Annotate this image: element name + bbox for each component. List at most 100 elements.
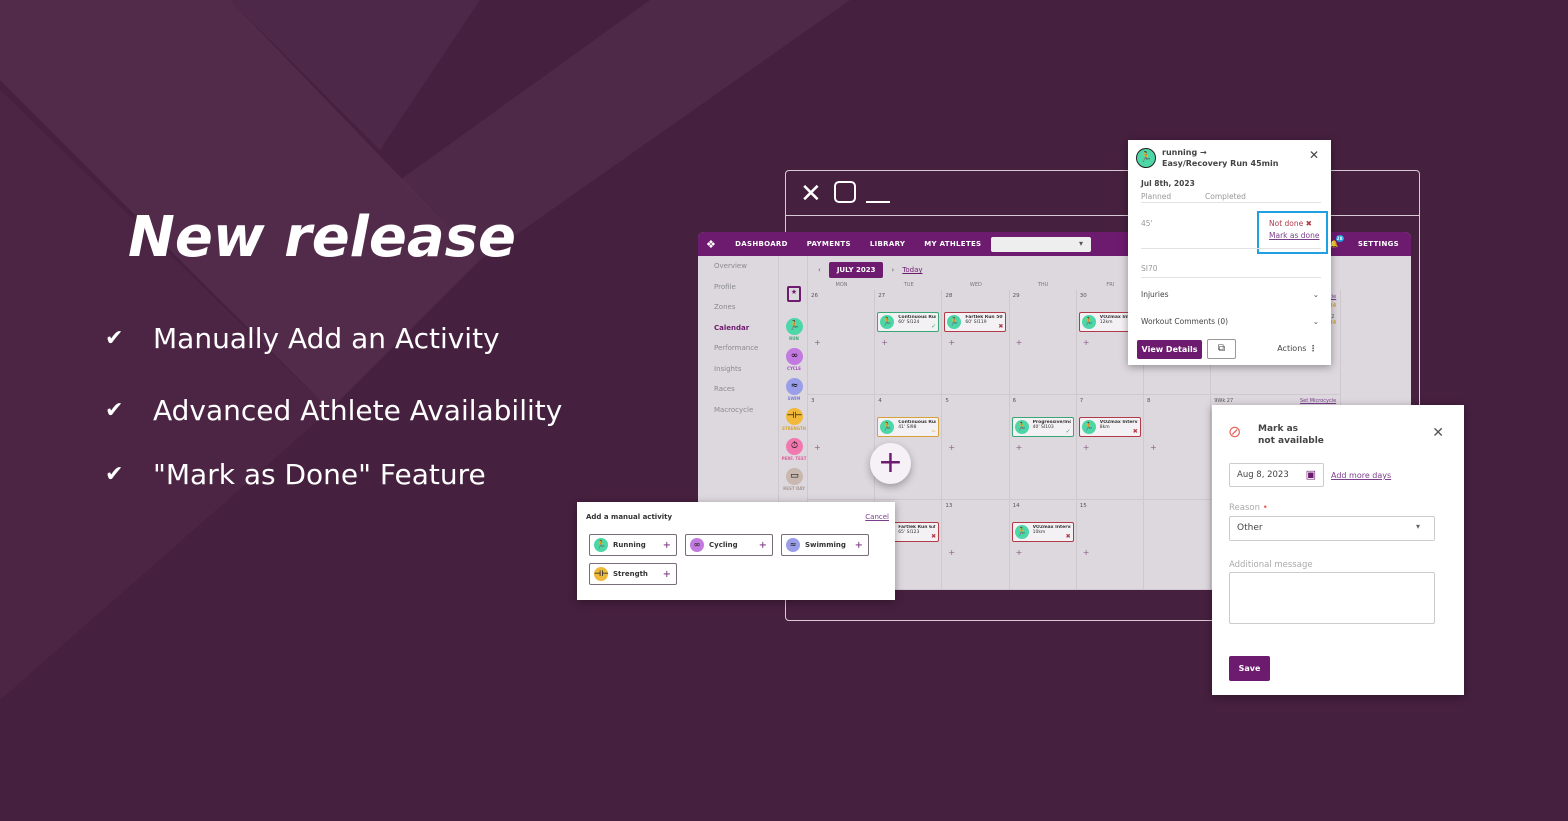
add-icon[interactable]: +: [1016, 443, 1023, 452]
calendar-day[interactable]: 8 +: [1144, 395, 1212, 500]
add-icon[interactable]: +: [948, 338, 955, 347]
sidebar-item-races[interactable]: Races: [714, 385, 758, 406]
actions-menu[interactable]: Actions ⋮: [1277, 344, 1317, 353]
calendar-day[interactable]: [1144, 500, 1212, 590]
view-details-button[interactable]: View Details: [1137, 340, 1202, 359]
check-icon: ✓: [931, 323, 937, 330]
calendar-day[interactable]: 28 + 🏃 Fartlek Run 50' 60' SI119 ✖: [942, 290, 1010, 395]
add-icon[interactable]: +: [1016, 548, 1023, 557]
month-label[interactable]: JULY 2023: [828, 262, 884, 278]
nav-settings[interactable]: SETTINGS: [1358, 240, 1399, 248]
swim-type-icon[interactable]: ≈: [786, 378, 803, 395]
popup-title-1: Mark as: [1258, 424, 1299, 434]
add-cycling-button[interactable]: ∞ Cycling +: [685, 534, 773, 556]
calendar-day[interactable]: 14+🏃VO2max Interva...10km✖: [1009, 500, 1077, 590]
day-number: 27: [878, 293, 886, 299]
running-icon: 🏃: [1136, 148, 1156, 168]
plus-icon: +: [662, 539, 671, 551]
calendar-day[interactable]: 7+🏃VO2max Interva...8km✖: [1076, 395, 1144, 500]
calendar-day[interactable]: 13 +: [942, 500, 1010, 590]
nav-payments[interactable]: PAYMENTS: [807, 240, 851, 248]
calendar-day[interactable]: 6 + 🏃Progressive/Inc...40' SI103✓: [1009, 395, 1077, 500]
injuries-accordion[interactable]: Injuries ⌄: [1141, 290, 1319, 299]
perf-test-type-icon[interactable]: ⏱: [786, 438, 803, 455]
strength-icon: ⊣⊢: [594, 567, 609, 581]
close-icon[interactable]: ✕: [1432, 425, 1444, 441]
calendar-day[interactable]: 3 +: [808, 395, 876, 500]
add-icon[interactable]: +: [814, 338, 821, 347]
mark-as-done-link[interactable]: Mark as done: [1269, 231, 1326, 240]
running-icon: 🏃: [1014, 420, 1029, 434]
sidebar-item-overview[interactable]: Overview: [714, 262, 758, 283]
next-month-button[interactable]: ›: [891, 266, 894, 274]
check-icon: ✔: [105, 326, 124, 351]
activity-label: Strength: [613, 570, 648, 578]
add-icon[interactable]: +: [948, 443, 955, 452]
nav-dashboard[interactable]: DASHBOARD: [735, 240, 788, 248]
prev-month-button[interactable]: ‹: [818, 266, 821, 274]
calendar-day[interactable]: 5 +: [942, 395, 1010, 500]
user-unavailable-icon: ⊘: [1228, 422, 1242, 441]
workout-event[interactable]: 🏃Progressive/Inc...40' SI103✓: [1011, 417, 1074, 437]
sidebar-item-profile[interactable]: Profile: [714, 283, 758, 304]
close-icon[interactable]: ✕: [1309, 148, 1319, 162]
sidebar-item-zones[interactable]: Zones: [714, 303, 758, 324]
bell-icon[interactable]: 🔔 28: [1330, 235, 1344, 248]
day-number: 6: [1012, 398, 1017, 404]
rest-day-type-icon[interactable]: ▭: [786, 468, 803, 485]
nav-my-athletes[interactable]: MY ATHLETES: [924, 240, 981, 248]
add-icon[interactable]: +: [1083, 338, 1090, 347]
date-field[interactable]: Aug 8, 2023 ▣: [1229, 463, 1324, 487]
set-microcycle-link[interactable]: Set Microcycle: [1300, 398, 1336, 404]
workout-event[interactable]: 🏃Continuous Run ...41' SI98~: [877, 417, 940, 437]
add-more-days-link[interactable]: Add more days: [1331, 471, 1391, 480]
workout-event[interactable]: 🏃 Fartlek Run 50' 60' SI119 ✖: [944, 312, 1007, 332]
check-icon: ✔: [105, 398, 124, 423]
calendar-day[interactable]: 26 +: [808, 290, 876, 395]
add-icon[interactable]: +: [1150, 443, 1157, 452]
add-icon[interactable]: +: [881, 338, 888, 347]
sidebar-item-performance[interactable]: Performance: [714, 344, 758, 365]
add-activity-fab[interactable]: +: [870, 443, 911, 484]
chevron-down-icon: ⌄: [1312, 317, 1319, 326]
event-meta: 41' SI98: [898, 425, 917, 430]
activity-type-label: SWIM: [787, 396, 801, 401]
add-strength-button[interactable]: ⊣⊢ Strength +: [589, 563, 677, 585]
event-meta: 8km: [1099, 425, 1110, 430]
message-textarea[interactable]: [1229, 572, 1435, 624]
athlete-select[interactable]: [991, 236, 1092, 252]
workout-event[interactable]: 🏃Continuous Run ...60' SI124✓: [877, 312, 940, 332]
add-icon[interactable]: +: [948, 548, 955, 557]
plus-icon: +: [758, 539, 767, 551]
today-link[interactable]: Today: [902, 266, 922, 274]
sidebar-item-insights[interactable]: Insights: [714, 365, 758, 386]
nav-library[interactable]: LIBRARY: [870, 240, 905, 248]
add-icon[interactable]: +: [1083, 443, 1090, 452]
not-available-popup: ⊘ Mark as not available ✕ Aug 8, 2023 ▣ Ad…: [1212, 405, 1464, 695]
add-swimming-button[interactable]: ≈ Swimming +: [781, 534, 869, 556]
workout-event[interactable]: 🏃VO2max Interva...10km✖: [1011, 522, 1074, 542]
event-meta: 10km: [1032, 530, 1046, 535]
reason-select[interactable]: Other ▾: [1229, 516, 1435, 541]
run-type-icon[interactable]: 🏃: [786, 318, 803, 335]
calendar-day[interactable]: 27 + 🏃Continuous Run ...60' SI124✓: [875, 290, 943, 395]
add-icon[interactable]: +: [1016, 338, 1023, 347]
save-button[interactable]: Save: [1229, 656, 1270, 681]
week-label: Wk 27: [1217, 398, 1234, 404]
cancel-link[interactable]: Cancel: [865, 513, 889, 521]
calendar-day[interactable]: 29 +: [1009, 290, 1077, 395]
add-running-button[interactable]: 🏃 Running +: [589, 534, 677, 556]
workout-event[interactable]: 🏃VO2max Interva...8km✖: [1078, 417, 1141, 437]
headline: New release: [128, 205, 516, 270]
calendar-day[interactable]: 15 +: [1076, 500, 1144, 590]
add-icon[interactable]: +: [814, 443, 821, 452]
library-icon[interactable]: ★: [787, 286, 801, 302]
sidebar-item-calendar[interactable]: Calendar: [714, 324, 758, 345]
sidebar-item-macrocycle[interactable]: Macrocycle: [714, 406, 758, 427]
not-done-status: Not done ✖: [1269, 219, 1312, 228]
comments-accordion[interactable]: Workout Comments (0) ⌄: [1141, 317, 1319, 326]
strength-type-icon[interactable]: ⊣⊢: [786, 408, 803, 425]
add-icon[interactable]: +: [1083, 548, 1090, 557]
copy-button[interactable]: ⧉: [1207, 339, 1236, 359]
cycle-type-icon[interactable]: ∞: [786, 348, 803, 365]
